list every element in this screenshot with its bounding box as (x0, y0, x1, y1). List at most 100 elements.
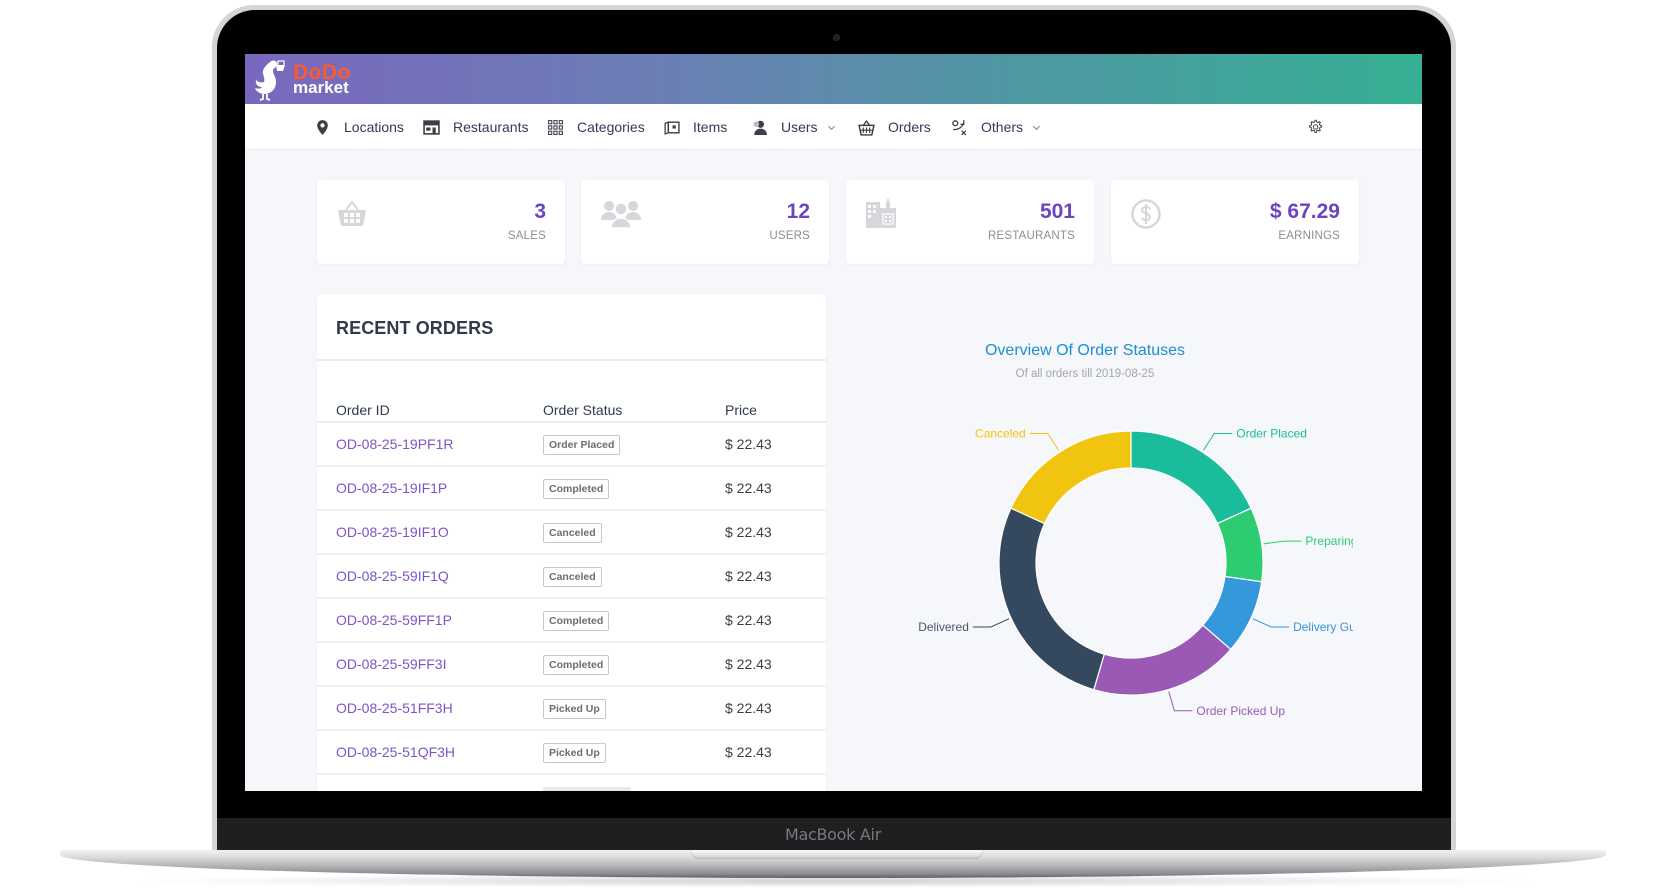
basket-icon (858, 119, 875, 136)
label-leader-line (1252, 618, 1290, 628)
chart-subtitle: Of all orders till 2019-08-25 (1015, 368, 1155, 380)
status-badge: Completed (543, 479, 610, 499)
nav-item-categories[interactable]: Categories (547, 104, 645, 150)
order-price: $ 22.43 (725, 480, 772, 496)
brand-subname: market (293, 78, 349, 97)
nav-label: Users (781, 119, 818, 135)
stat-card-users: 12 USERS (581, 180, 829, 264)
camera-icon (833, 34, 840, 41)
label-leader-line (972, 618, 1010, 628)
status-badge (543, 787, 631, 791)
nav-label: Orders (888, 119, 931, 135)
nav-item-restaurants[interactable]: Restaurants (423, 104, 528, 150)
table-row[interactable]: OD-08-25-51FF3H Picked Up $ 22.43 (317, 687, 826, 731)
slice-label: Preparing O (1305, 534, 1353, 548)
brand-logo[interactable]: DoDo market (253, 57, 351, 103)
status-badge: Completed (543, 611, 610, 631)
top-header: DoDo market (245, 54, 1422, 104)
slice-label: Order Picked Up (1196, 704, 1285, 718)
label-leader-line (1168, 691, 1193, 712)
order-id-link[interactable]: OD-08-25-59IF1Q (336, 568, 449, 584)
donut-slice[interactable] (998, 507, 1105, 691)
dollar-coin-icon (1131, 199, 1161, 229)
status-badge: Canceled (543, 523, 602, 543)
map-pin-icon (317, 119, 328, 135)
label-leader-line (1029, 432, 1059, 451)
divider (317, 359, 826, 361)
table-row[interactable]: OD-08-25-19IF1O Canceled $ 22.43 (317, 511, 826, 555)
stat-value: $ 67.29 (1269, 200, 1340, 223)
stat-label: EARNINGS (1278, 230, 1340, 242)
dodo-bird-icon (255, 60, 285, 101)
order-id-link[interactable]: OD-08-25-51FF3H (336, 700, 453, 716)
grid-icon (548, 119, 563, 135)
order-id-link[interactable]: OD-08-25-51QF3H (336, 744, 455, 760)
status-badge: Completed (543, 655, 610, 675)
nav-item-locations[interactable]: Locations (314, 104, 404, 150)
nav-item-others[interactable]: Others (951, 104, 1041, 150)
device-label: MacBook Air (785, 825, 881, 844)
chevron-down-icon (827, 125, 835, 130)
order-id-link[interactable]: OD-08-25-19PF1R (336, 436, 454, 452)
order-id-link[interactable]: OD-08-25-19IF1O (336, 524, 449, 540)
order-id-link[interactable]: OD-08-25-59FF3I (336, 656, 446, 672)
nav-item-users[interactable]: Users (751, 104, 836, 150)
table-row[interactable]: OD-08-25-51QF3H Picked Up $ 22.43 (317, 731, 826, 775)
donut-slice[interactable] (1130, 430, 1252, 525)
order-price: $ 22.43 (725, 612, 772, 628)
stat-card-restaurants: 501 RESTAURANTS (846, 180, 1094, 264)
order-price: $ 22.43 (725, 700, 772, 716)
stat-value: 12 (786, 200, 810, 223)
stat-value: 3 (534, 200, 546, 223)
nav-label: Categories (577, 119, 645, 135)
recent-orders-card: RECENT ORDERS Order ID Order Status Pric… (317, 294, 826, 791)
app-screen: DoDo market Locations Restaurants Catego… (245, 54, 1422, 791)
nav-label: Items (693, 119, 728, 135)
stat-label: USERS (769, 230, 810, 242)
stat-card-sales: 3 SALES (317, 180, 565, 264)
recent-orders-title: RECENT ORDERS (336, 318, 494, 338)
main-nav: Locations Restaurants Categories Items U… (245, 104, 1422, 150)
slice-label: Delivery Guy . (1293, 620, 1353, 634)
table-row[interactable]: OD-08-25-59FF1P Completed $ 22.43 (317, 599, 826, 643)
order-status-donut-chart: Order Placed Preparing O Delivery Guy . Ord… (918, 426, 1353, 718)
table-row[interactable]: OD-08-25-19IF1P Completed $ 22.43 (317, 467, 826, 511)
label-leader-line (1203, 432, 1233, 451)
nav-item-orders[interactable]: Orders (858, 104, 931, 150)
status-badge: Canceled (543, 567, 602, 587)
item-card-icon (664, 120, 680, 135)
table-row[interactable]: OD-08-25-59IF1Q Canceled $ 22.43 (317, 555, 826, 599)
laptop-notch (690, 850, 984, 859)
column-header-order-status: Order Status (543, 402, 623, 418)
order-price: $ 22.43 (725, 656, 772, 672)
basket-icon (338, 200, 366, 226)
table-row[interactable]: OD-08-25-19PF1R Order Placed $ 22.43 (317, 423, 826, 467)
user-icon (753, 120, 767, 135)
route-icon (952, 119, 967, 135)
storefront-icon (423, 119, 440, 135)
order-id-link[interactable]: OD-08-25-19IF1P (336, 480, 447, 496)
order-price: $ 22.43 (725, 744, 772, 760)
gear-icon[interactable] (1306, 118, 1324, 136)
slice-label: Delivered (918, 620, 969, 634)
label-leader-line (1263, 540, 1302, 545)
order-id-link[interactable]: OD-08-25-59FF1P (336, 612, 452, 628)
table-row[interactable]: OD-08-25-59FF3I Completed $ 22.43 (317, 643, 826, 687)
stat-label: RESTAURANTS (988, 230, 1075, 242)
table-row[interactable] (317, 775, 826, 791)
nav-label: Others (981, 119, 1024, 135)
column-header-price: Price (725, 402, 757, 418)
column-header-order-id: Order ID (336, 402, 390, 418)
stat-label: SALES (507, 230, 546, 242)
status-badge: Picked Up (543, 699, 606, 719)
order-price: $ 22.43 (725, 524, 772, 540)
donut-slice[interactable] (1010, 430, 1132, 525)
status-badge: Picked Up (543, 743, 606, 763)
stat-value: 501 (1039, 200, 1075, 223)
nav-label: Locations (344, 119, 404, 135)
order-price: $ 22.43 (725, 436, 772, 452)
nav-item-items[interactable]: Items (663, 104, 727, 150)
slice-label: Canceled (975, 426, 1026, 440)
donut-slice[interactable] (1093, 624, 1232, 696)
users-group-icon (601, 201, 641, 229)
